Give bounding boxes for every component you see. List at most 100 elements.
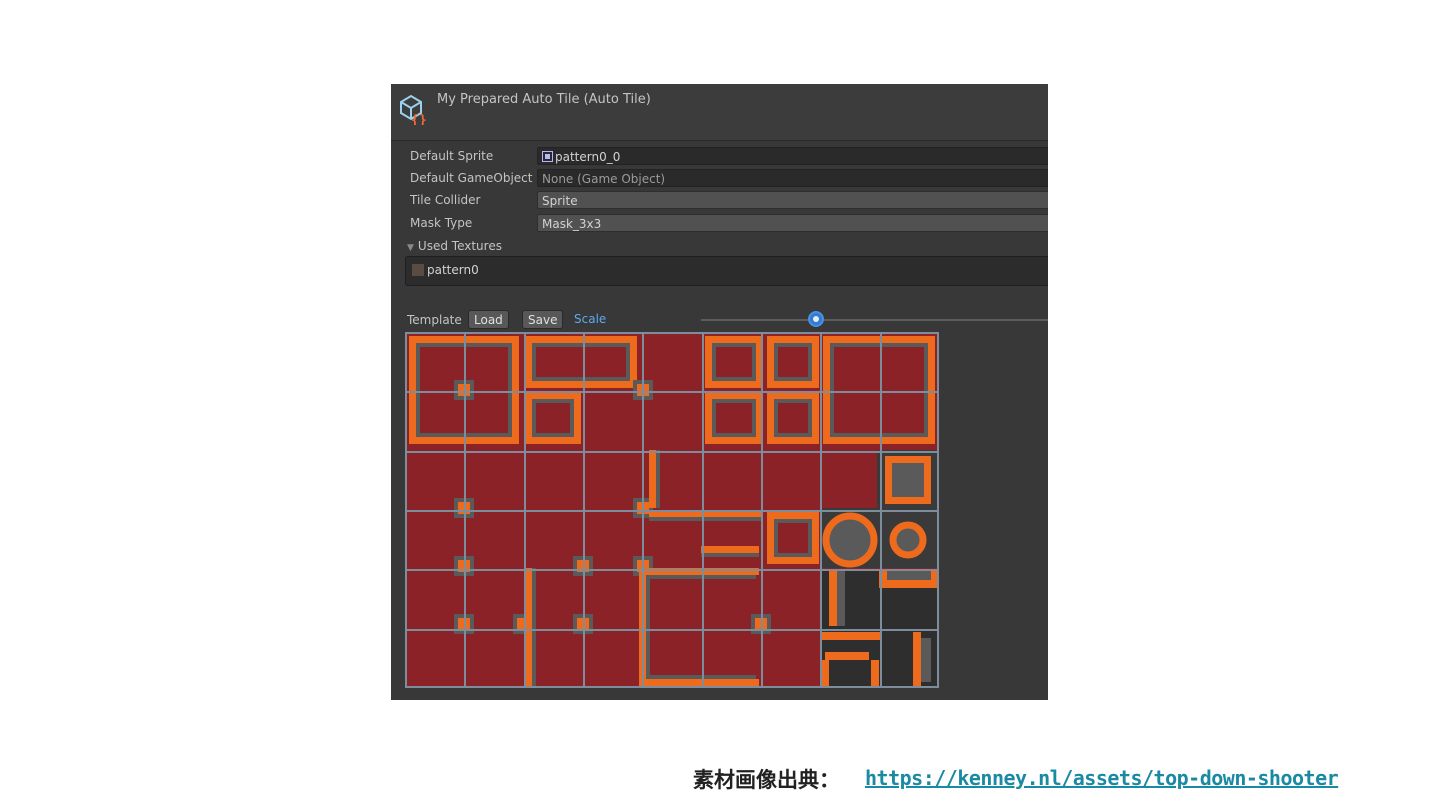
tile-frame xyxy=(705,381,763,388)
tile-edge xyxy=(656,450,660,508)
default-gameobject-field[interactable]: None (Game Object) xyxy=(537,169,1048,187)
tile-edge xyxy=(829,570,837,626)
asset-title: My Prepared Auto Tile (Auto Tile) xyxy=(437,92,651,107)
tile-frame xyxy=(823,336,830,444)
tile-frame xyxy=(774,519,812,523)
load-button[interactable]: Load xyxy=(468,310,509,329)
inspector-panel: {} My Prepared Auto Tile (Auto Tile) Def… xyxy=(391,84,1048,700)
mask-type-value: Mask_3x3 xyxy=(542,217,602,231)
tile-edge xyxy=(887,570,931,580)
tile-frame xyxy=(705,392,763,399)
tile-frame xyxy=(712,399,756,403)
foldout-arrow-icon: ▼ xyxy=(407,243,414,253)
default-sprite-value: pattern0_0 xyxy=(555,150,621,164)
tile-frame xyxy=(830,343,834,437)
tile-frame xyxy=(823,437,935,444)
tile-circle xyxy=(822,512,878,568)
credit-link[interactable]: https://kenney.nl/assets/top-down-shoote… xyxy=(865,766,1339,790)
grid-line xyxy=(405,391,939,393)
tile-frame xyxy=(705,392,712,444)
credit-label: 素材画像出典： xyxy=(693,768,840,792)
tile-frame xyxy=(525,392,581,399)
tile-edge xyxy=(639,679,759,686)
tile-edge xyxy=(913,632,921,688)
tile-frame xyxy=(705,336,712,388)
tile-frame xyxy=(924,456,931,504)
tile-frame xyxy=(574,392,581,444)
tile-frame xyxy=(532,433,574,437)
tile-frame xyxy=(525,336,532,388)
tile-frame xyxy=(767,336,774,388)
tile-edge xyxy=(825,652,869,660)
tile-frame xyxy=(774,343,778,381)
tile-frame xyxy=(808,519,812,557)
tile-edge xyxy=(701,553,759,557)
scale-slider-handle[interactable] xyxy=(808,311,825,327)
tile-inner xyxy=(893,464,923,496)
tile-collider-label: Tile Collider xyxy=(410,193,481,207)
tile-frame xyxy=(767,512,819,519)
tile-frame xyxy=(767,336,819,343)
template-label: Template xyxy=(407,313,462,327)
tile-frame xyxy=(712,399,716,437)
texture-icon xyxy=(412,264,424,276)
tile-frame xyxy=(774,433,812,437)
tile-frame xyxy=(928,336,935,444)
slider-knob-dot xyxy=(813,316,820,322)
tile-frame xyxy=(774,343,812,347)
mask-type-dropdown[interactable]: Mask_3x3 xyxy=(537,214,1048,232)
tile-frame xyxy=(767,392,774,444)
default-sprite-label: Default Sprite xyxy=(410,149,494,163)
tile-frame xyxy=(525,437,581,444)
mask-type-label: Mask Type xyxy=(410,216,473,230)
texture-name: pattern0 xyxy=(427,263,479,277)
tile-frame xyxy=(525,381,637,388)
save-button[interactable]: Save xyxy=(522,310,564,329)
grid-line xyxy=(405,569,939,571)
used-textures-list: pattern0 xyxy=(405,256,1048,286)
list-item[interactable]: pattern0 xyxy=(412,263,479,277)
scale-slider-track[interactable] xyxy=(701,319,1048,321)
tile-frame xyxy=(774,377,812,381)
tile-frame xyxy=(409,336,416,444)
tile-frame xyxy=(532,399,536,437)
tile-frame xyxy=(823,336,935,343)
tile-template-grid[interactable] xyxy=(405,332,939,688)
tile-frame xyxy=(774,399,778,437)
tile-frame xyxy=(705,437,763,444)
tile-frame xyxy=(774,399,812,403)
grid-line xyxy=(405,332,939,334)
tile-frame xyxy=(774,553,812,557)
tile-frame xyxy=(924,343,928,437)
grid-line xyxy=(405,686,939,688)
tile-frame xyxy=(812,336,819,388)
tile-edge xyxy=(525,568,532,688)
tile-collider-value: Sprite xyxy=(542,194,578,208)
tile-edge xyxy=(837,570,845,626)
tile-frame xyxy=(626,343,630,381)
grid-line xyxy=(405,629,939,631)
default-sprite-field[interactable]: pattern0_0 xyxy=(537,147,1048,165)
tile-edge xyxy=(649,450,656,508)
tile-frame xyxy=(830,343,928,347)
grid-line xyxy=(405,451,939,453)
tile-frame xyxy=(885,456,892,504)
tile-edge xyxy=(921,638,931,682)
used-textures-foldout[interactable]: ▼ Used Textures xyxy=(407,239,502,253)
tile-frame xyxy=(774,519,778,557)
tile-asset-icon: {} xyxy=(400,94,427,125)
tile-frame xyxy=(767,557,819,564)
tile-frame xyxy=(752,343,756,381)
tile-edge xyxy=(701,546,759,553)
tile-edge xyxy=(646,575,756,579)
tile-collider-dropdown[interactable]: Sprite xyxy=(537,191,1048,209)
tile-frame xyxy=(532,343,630,347)
tile-frame xyxy=(525,392,532,444)
scale-label: Scale xyxy=(574,312,607,326)
tile-frame xyxy=(512,336,519,444)
tile-frame xyxy=(705,336,763,343)
inspector-header: {} My Prepared Auto Tile (Auto Tile) xyxy=(391,84,1048,141)
sprite-icon xyxy=(542,151,553,162)
tile-circle xyxy=(889,521,927,559)
tile-frame xyxy=(767,392,819,399)
